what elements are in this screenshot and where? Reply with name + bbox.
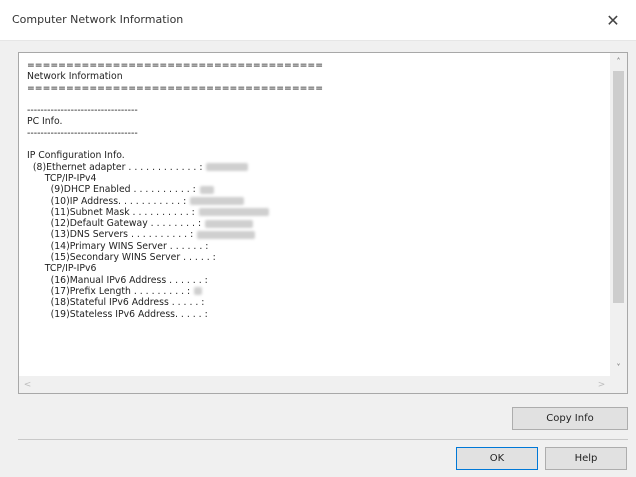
info-line: (15)Secondary WINS Server . . . . . : [27, 252, 610, 263]
info-line: (14)Primary WINS Server . . . . . . : [27, 241, 610, 252]
horizontal-scrollbar[interactable]: < > [19, 376, 610, 393]
info-line: (12)Default Gateway . . . . . . . . : [27, 218, 610, 229]
info-line: (18)Stateful IPv6 Address . . . . . : [27, 297, 610, 308]
info-line-text: (8)Ethernet adapter . . . . . . . . . . … [27, 161, 203, 173]
info-line-text: ====================================== [27, 60, 324, 71]
redacted-value [205, 219, 254, 228]
info-line: (17)Prefix Length . . . . . . . . . : [27, 286, 610, 297]
info-line: IP Configuration Info. [27, 150, 610, 161]
redacted-value [197, 230, 256, 239]
info-line: (10)IP Address. . . . . . . . . . . : [27, 196, 610, 207]
network-info-text-area: ====================================== Ne… [19, 53, 610, 376]
window-title: Computer Network Information [12, 13, 184, 26]
info-line-text: (16)Manual IPv6 Address . . . . . . : [27, 274, 208, 286]
info-line-text: (15)Secondary WINS Server . . . . . : [27, 252, 216, 264]
info-line-text: (13)DNS Servers . . . . . . . . . . : [27, 229, 194, 241]
info-line: (8)Ethernet adapter . . . . . . . . . . … [27, 162, 610, 173]
info-line: ====================================== [27, 83, 610, 94]
scroll-right-icon[interactable]: > [593, 376, 610, 393]
info-line [27, 94, 610, 105]
info-line: PC Info. [27, 116, 610, 127]
redacted-value [198, 208, 269, 217]
network-info-textbox[interactable]: ====================================== Ne… [18, 52, 628, 394]
info-line-text: ====================================== [27, 82, 324, 94]
info-line-text: (14)Primary WINS Server . . . . . . : [27, 240, 209, 252]
info-line-text: (19)Stateless IPv6 Address. . . . . : [27, 308, 208, 320]
copy-info-button[interactable]: Copy Info [512, 407, 628, 430]
close-icon: ✕ [606, 10, 620, 30]
close-button[interactable]: ✕ [590, 0, 636, 40]
info-line-text: (11)Subnet Mask . . . . . . . . . . : [27, 206, 195, 218]
info-line: (11)Subnet Mask . . . . . . . . . . : [27, 207, 610, 218]
redacted-value [194, 287, 203, 296]
network-info-text: ====================================== Ne… [19, 53, 610, 320]
info-line-text: IP Configuration Info. [27, 150, 125, 162]
info-line-text: PC Info. [27, 116, 63, 128]
info-line-text: --------------------------------- [27, 127, 138, 139]
title-bar: Computer Network Information ✕ [0, 0, 636, 41]
info-line: (19)Stateless IPv6 Address. . . . . : [27, 309, 610, 320]
info-line-text: Network Information [27, 71, 123, 83]
redacted-value [199, 185, 214, 194]
info-line-text: TCP/IP-IPv6 [27, 263, 97, 275]
vertical-scrollbar[interactable]: ˄ ˅ [610, 53, 627, 376]
info-line: TCP/IP-IPv4 [27, 173, 610, 184]
info-line-text: (17)Prefix Length . . . . . . . . . : [27, 285, 191, 297]
info-line-text: (12)Default Gateway . . . . . . . . : [27, 218, 202, 230]
info-line: (9)DHCP Enabled . . . . . . . . . . : [27, 184, 610, 195]
ok-button[interactable]: OK [456, 447, 538, 470]
scroll-up-icon[interactable]: ˄ [610, 53, 627, 70]
info-line [27, 139, 610, 150]
info-line-text: (9)DHCP Enabled . . . . . . . . . . : [27, 184, 196, 196]
info-line-text: TCP/IP-IPv4 [27, 172, 97, 184]
info-line-text: (18)Stateful IPv6 Address . . . . . : [27, 297, 205, 309]
info-line: --------------------------------- [27, 128, 610, 139]
info-line: (16)Manual IPv6 Address . . . . . . : [27, 275, 610, 286]
info-line: --------------------------------- [27, 105, 610, 116]
info-line-text: --------------------------------- [27, 105, 138, 117]
info-line: TCP/IP-IPv6 [27, 263, 610, 274]
info-line: Network Information [27, 71, 610, 82]
scrollbar-corner [610, 376, 627, 393]
help-button[interactable]: Help [545, 447, 627, 470]
redacted-value [206, 163, 249, 172]
vertical-scroll-thumb[interactable] [613, 71, 624, 303]
info-line: (13)DNS Servers . . . . . . . . . . : [27, 229, 610, 240]
scroll-down-icon[interactable]: ˅ [610, 359, 627, 376]
redacted-value [190, 197, 245, 206]
separator [18, 439, 628, 440]
scroll-left-icon[interactable]: < [19, 376, 36, 393]
info-line: ====================================== [27, 60, 610, 71]
info-line-text: (10)IP Address. . . . . . . . . . . : [27, 195, 187, 207]
